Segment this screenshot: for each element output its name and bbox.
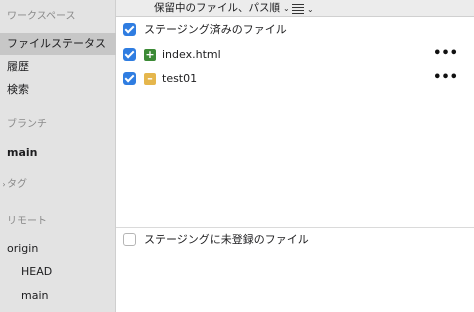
disclosure-chevron-icon[interactable]: › <box>0 174 8 196</box>
section-divider[interactable] <box>116 227 474 228</box>
staged-select-all-checkbox[interactable] <box>123 23 136 36</box>
list-icon <box>292 2 304 16</box>
sort-dropdown[interactable]: 保留中のファイル、パス順 ⌄ <box>154 1 290 16</box>
branches-section-header: ブランチ <box>7 119 47 130</box>
unstaged-select-all-checkbox[interactable] <box>123 233 136 246</box>
file-checkbox[interactable] <box>123 48 136 61</box>
sidebar-remote-origin[interactable]: origin <box>0 238 116 260</box>
more-options-icon[interactable]: ••• <box>433 44 458 64</box>
file-added-icon: + <box>144 48 156 61</box>
sidebar-branch-main[interactable]: main <box>0 142 116 164</box>
view-options-menu[interactable]: ⌄ <box>292 1 314 16</box>
file-name: test01 <box>162 72 198 85</box>
staged-files-header[interactable]: ステージング済みのファイル <box>116 19 474 41</box>
sidebar-item-search[interactable]: 検索 <box>0 79 116 101</box>
chevron-down-icon: ⌄ <box>283 4 290 13</box>
sidebar: ワークスペース ファイルステータス 履歴 検索 ブランチ main › タグ リ… <box>0 0 116 312</box>
file-row[interactable]: + index.html ••• <box>116 44 474 66</box>
file-row[interactable]: – test01 ••• <box>116 68 474 90</box>
sort-dropdown-label: 保留中のファイル、パス順 <box>154 2 280 14</box>
sidebar-remote-branch-head[interactable]: HEAD <box>0 261 116 283</box>
sidebar-item-history[interactable]: 履歴 <box>0 56 116 78</box>
chevron-down-icon: ⌄ <box>307 5 314 14</box>
file-status-panel: 保留中のファイル、パス順 ⌄ ⌄ ステージング済みのファイル + index.ht… <box>116 0 474 312</box>
staged-files-header-label: ステージング済みのファイル <box>144 23 287 36</box>
sidebar-remote-branch-main[interactable]: main <box>0 285 116 307</box>
file-checkbox[interactable] <box>123 72 136 85</box>
file-name: index.html <box>162 48 221 61</box>
tags-section[interactable]: › タグ <box>0 174 116 196</box>
tags-section-header: タグ <box>7 179 27 190</box>
sidebar-item-file-status[interactable]: ファイルステータス <box>0 33 116 55</box>
toolbar: 保留中のファイル、パス順 ⌄ ⌄ <box>116 0 474 17</box>
workspace-section-header: ワークスペース <box>7 11 76 22</box>
unstaged-files-header[interactable]: ステージングに未登録のファイル <box>116 229 474 251</box>
file-modified-icon: – <box>144 73 156 85</box>
unstaged-files-header-label: ステージングに未登録のファイル <box>144 233 309 246</box>
more-options-icon[interactable]: ••• <box>433 68 458 88</box>
remotes-section-header: リモート <box>7 216 47 227</box>
